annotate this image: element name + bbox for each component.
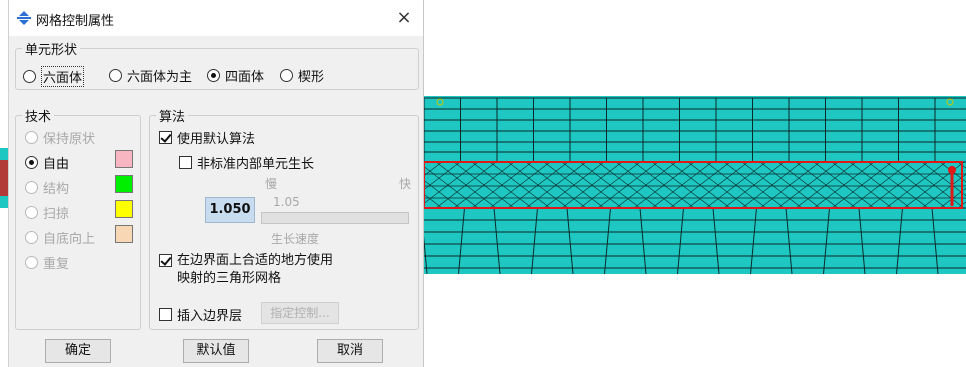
mesh-controls-icon [17,11,31,25]
technique-group: 技术 [15,106,141,330]
shape-option-hex-dominated[interactable]: 六面体为主 [109,66,192,85]
growth-rate-hint: 1.05 [273,195,300,209]
cancel-button[interactable]: 取消 [317,339,383,363]
shape-hex-dominated-radio[interactable] [109,69,122,82]
technique-sweep[interactable]: 扫掠 [25,203,69,222]
technique-free-label: 自由 [43,157,70,172]
insert-boundary-checkbox[interactable] [159,308,172,321]
technique-bottom-up-label: 自底向上 [43,232,96,247]
technique-bottom-up[interactable]: 自底向上 [25,228,95,247]
mesh-viewport[interactable] [424,96,966,274]
mapped-tri-label-line1: 在边界面上合适的地方使用 [177,253,334,268]
shape-tet-label: 四面体 [225,70,265,85]
growth-fast-label: 快 [399,177,412,191]
use-default-algorithm-checkbox[interactable] [159,131,172,144]
nonstandard-growth-checkbox[interactable] [179,156,192,169]
technique-repeat-label: 重复 [43,257,70,272]
shape-option-hex[interactable]: 六面体 [23,66,85,87]
mesh-controls-dialog: 网格控制属性 × 单元形状 六面体 六面体为主 四面体 楔形 技术 保持原状 自… [8,0,424,367]
technique-as-is[interactable]: 保持原状 [25,128,95,147]
technique-sweep-radio[interactable] [25,206,38,219]
technique-as-is-radio[interactable] [25,131,38,144]
technique-sweep-color-swatch [115,200,133,218]
shape-hex-radio[interactable] [23,70,36,83]
shape-hex-dominated-label: 六面体为主 [127,70,193,85]
technique-as-is-label: 保持原状 [43,132,96,147]
technique-sweep-label: 扫掠 [43,207,70,222]
technique-structured-radio[interactable] [25,181,38,194]
ok-button[interactable]: 确定 [45,339,111,363]
nonstandard-growth-row[interactable]: 非标准内部单元生长 [179,153,314,172]
shape-option-tet[interactable]: 四面体 [207,66,264,85]
mesh-body [424,96,966,274]
growth-rate-input[interactable]: 1.050 [205,197,255,223]
technique-free[interactable]: 自由 [25,153,69,172]
dialog-title: 网格控制属性 [36,14,115,29]
element-shape-group-title: 单元形状 [22,39,81,58]
technique-structured-color-swatch [115,175,133,193]
technique-repeat[interactable]: 重复 [25,253,69,272]
mapped-tri-label: 在边界面上合适的地方使用 映射的三角形网格 [177,252,333,288]
technique-bottom-up-color-swatch [115,225,133,243]
technique-structured[interactable]: 结构 [25,178,69,197]
use-default-algorithm-row[interactable]: 使用默认算法 [159,128,255,147]
use-default-algorithm-label: 使用默认算法 [177,132,256,147]
mapped-tri-row[interactable]: 在边界面上合适的地方使用 映射的三角形网格 [159,252,333,288]
growth-rate-slider[interactable] [261,212,409,224]
growth-slow-label: 慢 [265,177,278,191]
dialog-button-bar: 确定 默认值 取消 [9,333,423,367]
technique-structured-label: 结构 [43,182,70,197]
technique-bottom-up-radio[interactable] [25,231,38,244]
technique-group-title: 技术 [22,106,55,125]
insert-boundary-row[interactable]: 插入边界层 [159,305,242,324]
mapped-tri-checkbox[interactable] [159,254,172,267]
mapped-tri-label-line2: 映射的三角形网格 [177,271,282,286]
selected-vertex-marker [948,166,956,174]
defaults-button[interactable]: 默认值 [183,339,249,363]
shape-wedge-label: 楔形 [298,70,325,85]
close-icon[interactable]: × [393,7,415,29]
technique-free-color-swatch [115,150,133,168]
dialog-titlebar: 网格控制属性 × [9,0,423,36]
specify-controls-button[interactable]: 指定控制... [261,302,339,324]
technique-free-radio[interactable] [25,156,38,169]
technique-repeat-radio[interactable] [25,256,38,269]
shape-tet-radio[interactable] [207,69,220,82]
viewport-edge-sliver [0,148,8,208]
insert-boundary-label: 插入边界层 [177,309,243,324]
shape-option-wedge[interactable]: 楔形 [280,66,324,85]
growth-speed-label: 生长速度 [271,232,320,246]
shape-hex-label: 六面体 [41,66,85,87]
shape-wedge-radio[interactable] [280,69,293,82]
algorithm-group-title: 算法 [156,106,189,125]
nonstandard-growth-label: 非标准内部单元生长 [197,157,315,172]
